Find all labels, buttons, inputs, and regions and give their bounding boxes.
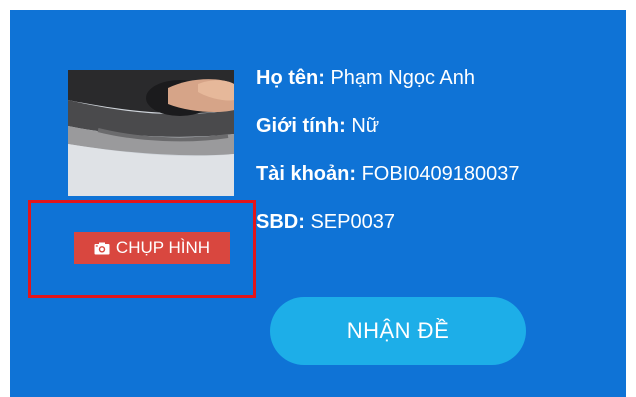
receive-exam-button[interactable]: NHẬN ĐỀ: [270, 297, 526, 365]
name-row: Họ tên: Phạm Ngọc Anh: [256, 54, 519, 102]
webcam-photo: [68, 70, 234, 196]
sbd-label: SBD:: [256, 211, 305, 233]
account-value: FOBI0409180037: [361, 163, 520, 185]
exam-login-panel: CHỤP HÌNH Họ tên: Phạm Ngọc Anh Giới tín…: [10, 10, 626, 397]
gender-row: Giới tính: Nữ: [256, 102, 519, 150]
name-label: Họ tên:: [256, 67, 325, 89]
account-row: Tài khoản: FOBI0409180037: [256, 150, 519, 198]
gender-value: Nữ: [351, 115, 380, 137]
gender-label: Giới tính:: [256, 115, 346, 137]
capture-highlight-box: [28, 200, 256, 298]
sbd-row: SBD: SEP0037: [256, 198, 519, 246]
sbd-value: SEP0037: [310, 211, 395, 233]
candidate-info: Họ tên: Phạm Ngọc Anh Giới tính: Nữ Tài …: [256, 54, 519, 246]
account-label: Tài khoản:: [256, 163, 357, 185]
name-value: Phạm Ngọc Anh: [330, 67, 475, 89]
